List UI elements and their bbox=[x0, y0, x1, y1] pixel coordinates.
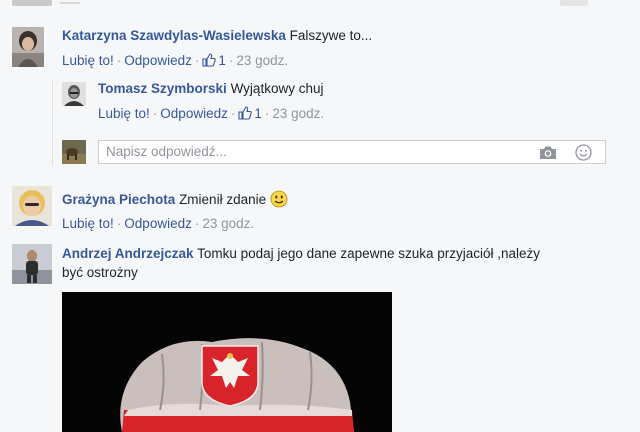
comment-text: Grażyna Piechota Zmienił zdanie bbox=[62, 190, 288, 213]
current-user-avatar bbox=[62, 140, 86, 164]
comment-message-continued: być ostrożny bbox=[62, 265, 138, 280]
reply-link[interactable]: Odpowiedz bbox=[124, 53, 192, 68]
avatar[interactable] bbox=[12, 244, 52, 284]
like-link[interactable]: Lubię to! bbox=[62, 53, 114, 68]
comment-time[interactable]: 23 godz. bbox=[272, 106, 324, 121]
smiley-emoji-icon bbox=[270, 190, 288, 213]
comment-actions: Lubię to! · Odpowiedz · 1 · 23 godz. bbox=[98, 105, 324, 125]
reply-thread-line bbox=[52, 80, 53, 166]
thumbs-up-icon[interactable] bbox=[238, 106, 253, 125]
comment-text: Andrzej Andrzejczak Tomku podaj jego dan… bbox=[62, 245, 540, 263]
comment-time[interactable]: 23 godz. bbox=[202, 216, 254, 231]
reply-link[interactable]: Odpowiedz bbox=[124, 216, 192, 231]
avatar[interactable] bbox=[12, 27, 44, 67]
comment-text: Tomasz Szymborski Wyjątkowy chuj bbox=[98, 80, 323, 98]
reply-input[interactable]: Napisz odpowiedź... bbox=[98, 140, 606, 164]
comment-author[interactable]: Tomasz Szymborski bbox=[98, 81, 227, 96]
likes-count[interactable]: 1 bbox=[254, 106, 262, 121]
comment-time[interactable]: 23 godz. bbox=[236, 53, 288, 68]
avatar[interactable] bbox=[62, 82, 86, 106]
comment-message: Zmienił zdanie bbox=[179, 192, 267, 207]
smiley-icon[interactable] bbox=[575, 144, 592, 164]
comment-author[interactable]: Katarzyna Szawdylas-Wasielewska bbox=[62, 28, 286, 43]
thumbs-up-icon[interactable] bbox=[202, 53, 217, 72]
comment-author[interactable]: Andrzej Andrzejczak bbox=[62, 246, 194, 261]
previous-comment-remnant bbox=[0, 0, 640, 8]
comment-actions: Lubię to! · Odpowiedz · 1 · 23 godz. bbox=[62, 52, 288, 72]
comment-message: Tomku podaj jego dane zapewne szuka przy… bbox=[197, 246, 541, 261]
likes-count[interactable]: 1 bbox=[218, 53, 226, 68]
comment-message: Wyjątkowy chuj bbox=[230, 81, 324, 96]
comment-actions: Lubię to! · Odpowiedz · 23 godz. bbox=[62, 216, 255, 231]
camera-icon[interactable] bbox=[539, 145, 557, 163]
reply-placeholder: Napisz odpowiedź... bbox=[106, 144, 227, 159]
comment-text: Katarzyna Szawdylas-Wasielewska Falszywe… bbox=[62, 27, 372, 45]
reply-link[interactable]: Odpowiedz bbox=[160, 106, 228, 121]
comment-photo[interactable] bbox=[62, 292, 392, 432]
like-link[interactable]: Lubię to! bbox=[62, 216, 114, 231]
like-link[interactable]: Lubię to! bbox=[98, 106, 150, 121]
comment-message: Falszywe to... bbox=[289, 28, 373, 43]
comment-author[interactable]: Grażyna Piechota bbox=[62, 192, 175, 207]
avatar[interactable] bbox=[12, 186, 52, 226]
